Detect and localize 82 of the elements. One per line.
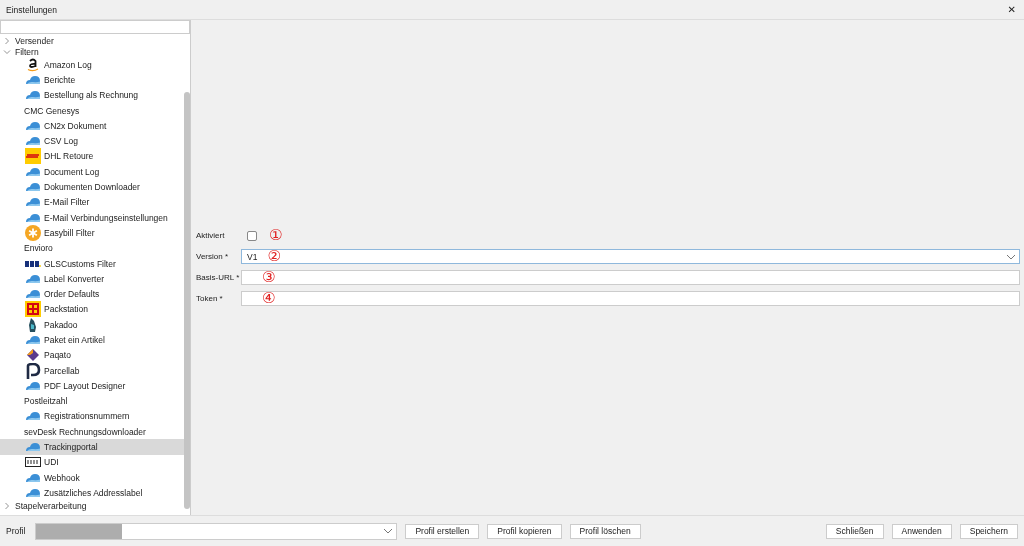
cloud-icon (25, 196, 41, 209)
checkbox[interactable] (247, 230, 257, 241)
tree-item[interactable]: CMC Genesys (0, 102, 184, 119)
input-field[interactable]: ④ (241, 291, 1020, 306)
tree-item[interactable]: DHL Retoure (0, 148, 184, 165)
asterisk-icon (25, 224, 41, 241)
tree-item[interactable]: Zusätzliches Addresslabel (0, 485, 184, 501)
tree-item[interactable]: Postleitzahl (0, 393, 184, 409)
tree-item[interactable]: Parcellab (0, 362, 184, 379)
field-label: Basis-URL * (196, 273, 241, 282)
cloud-icon (25, 89, 41, 102)
tree-item[interactable]: E-Mail Verbindungseinstellungen (0, 209, 184, 226)
tree-item[interactable]: Amazon Log (0, 57, 184, 73)
tree-item[interactable]: Paqato (0, 347, 184, 363)
field-label: Token * (196, 294, 224, 303)
tree-item[interactable]: UDI (0, 454, 184, 470)
field-label: Aktiviert (196, 231, 226, 240)
tree-item[interactable]: Easybill Filter (0, 225, 184, 241)
profile-label: Profil (6, 526, 26, 536)
udi-box-icon (25, 457, 41, 468)
chevron-down-icon (383, 527, 394, 534)
profile-button[interactable]: Profil löschen (569, 523, 641, 539)
tree-item[interactable]: Dokumenten Downloader (0, 179, 184, 195)
tree-item[interactable]: Pakadoo (0, 317, 184, 333)
cloud-icon (25, 135, 41, 148)
dialog-button[interactable]: Anwenden (891, 523, 952, 539)
tree-item[interactable]: CN2x Dokument (0, 118, 184, 134)
cloud-icon (25, 211, 41, 224)
profile-dropdown[interactable] (35, 522, 398, 540)
dialog-button[interactable]: Speichern (959, 523, 1018, 539)
tree-item[interactable]: Webhook (0, 470, 184, 486)
cloud-icon (25, 181, 41, 193)
cloud-icon (25, 471, 41, 484)
dialog-button[interactable]: Schließen (825, 523, 884, 539)
chevron-down-icon (1006, 254, 1016, 260)
cloud-icon (25, 73, 41, 86)
annotation-number: ① (269, 228, 283, 243)
tree-item[interactable]: Order Defaults (0, 286, 184, 302)
field-label: Version * (196, 252, 230, 261)
cloud-icon (25, 441, 41, 454)
version-dropdown[interactable]: V1 ② (241, 249, 1020, 264)
tree-item[interactable]: PDF Layout Designer (0, 378, 184, 394)
cloud-icon (25, 165, 41, 178)
cloud-icon (25, 334, 41, 346)
annotation-number: ③ (262, 270, 276, 285)
close-button[interactable]: ✕ (1005, 4, 1018, 15)
annotation-number: ④ (262, 291, 276, 306)
cloud-icon (25, 410, 41, 423)
gls-logo-icon (25, 259, 41, 268)
cloud-icon (25, 272, 41, 285)
tree-item[interactable]: Document Log (0, 164, 184, 180)
diamond-icon (25, 347, 41, 364)
search-field[interactable] (0, 20, 190, 34)
tree-item[interactable]: E-Mail Filter (0, 194, 184, 210)
tree-item[interactable]: Trackingportal (0, 439, 184, 455)
tree-item[interactable]: Paket ein Artikel (0, 332, 184, 348)
window-title: Einstellungen (6, 4, 58, 15)
parcel-p-icon (25, 362, 41, 379)
tree-item[interactable]: CSV Log (0, 133, 184, 149)
tree-item[interactable]: Bestellung als Rechnung (0, 87, 184, 103)
locker-icon (25, 301, 41, 318)
input-field[interactable]: ③ (241, 270, 1020, 285)
tree-item[interactable]: Berichte (0, 72, 184, 88)
tree-item[interactable]: Packstation (0, 301, 184, 318)
tree-item[interactable]: Envioro (0, 240, 184, 256)
tree-item[interactable]: GLSCustoms Filter (0, 255, 184, 272)
scrollbar-thumb[interactable] (184, 92, 190, 509)
cloud-icon (25, 119, 41, 132)
letter-a-icon (25, 56, 41, 73)
tree-item[interactable]: Versender (0, 35, 184, 46)
annotation-number: ② (267, 249, 281, 264)
cloud-icon (25, 379, 41, 392)
tree-item[interactable]: Filtern (0, 46, 184, 57)
profile-button[interactable]: Profil kopieren (487, 523, 562, 539)
tree-item[interactable]: sevDesk Rechnungsdownloader (0, 424, 184, 440)
dhl-logo-icon (25, 148, 41, 165)
cloud-icon (25, 288, 41, 301)
tree-item[interactable]: Stapelverarbeitung (0, 500, 184, 512)
tree-item[interactable]: Registrationsnummern (0, 408, 184, 425)
cloud-icon (25, 486, 41, 499)
tree-item[interactable]: Label Konverter (0, 271, 184, 287)
profile-button[interactable]: Profil erstellen (405, 523, 480, 539)
